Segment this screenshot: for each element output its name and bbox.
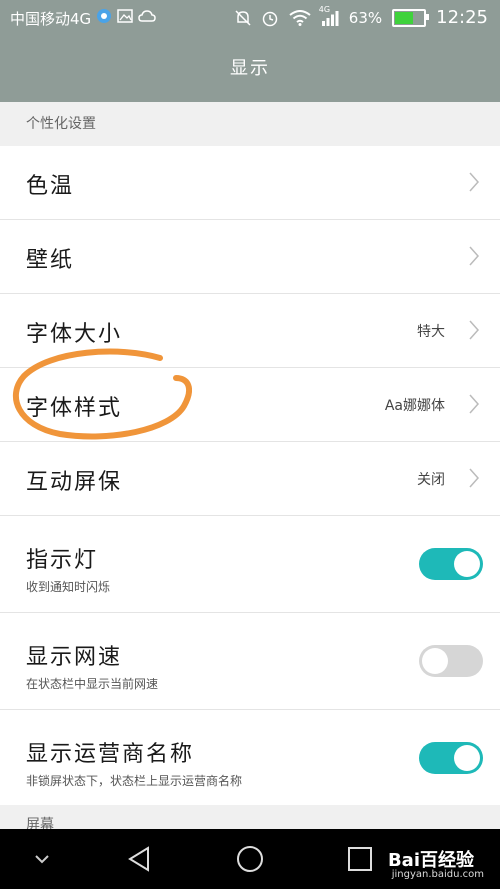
signal-icon: 4G (319, 5, 339, 26)
row-font-style[interactable]: 字体样式 Aa娜娜体 (0, 368, 500, 442)
chevron-right-icon (469, 468, 480, 488)
carrier-name-toggle[interactable] (419, 742, 483, 774)
toggle-knob (454, 745, 480, 771)
watermark-url: jingyan.baidu.com (391, 869, 484, 880)
wifi-icon (289, 9, 311, 26)
battery-icon (392, 8, 430, 27)
silent-icon (235, 9, 251, 27)
chevron-right-icon (469, 172, 480, 192)
row-label: 壁纸 (26, 248, 75, 273)
network-type-badge: 4G (318, 4, 331, 14)
back-icon[interactable] (124, 843, 156, 875)
indicator-light-toggle[interactable] (419, 548, 483, 580)
home-icon[interactable] (234, 843, 266, 875)
row-label: 字体样式 (26, 396, 123, 421)
alarm-icon (261, 9, 279, 27)
row-sublabel: 在状态栏中显示当前网速 (26, 677, 159, 691)
row-label: 互动屏保 (26, 470, 123, 495)
carrier-label: 中国移动4G (10, 10, 92, 28)
row-wallpaper[interactable]: 壁纸 (0, 220, 500, 294)
chevron-right-icon (469, 246, 480, 266)
row-color-temperature[interactable]: 色温 (0, 146, 500, 220)
chevron-right-icon (469, 320, 480, 340)
row-value: 特大 (417, 324, 445, 340)
row-label: 指示灯 (26, 548, 99, 573)
status-right: 4G 63% 12:25 (235, 5, 488, 28)
row-label: 显示运营商名称 (26, 742, 195, 767)
image-icon (116, 8, 133, 24)
settings-list: 色温 壁纸 字体大小 特大 字体样式 Aa娜娜体 互动屏保 关闭 指示灯 收到通… (0, 146, 500, 807)
row-indicator-light[interactable]: 指示灯 收到通知时闪烁 (0, 516, 500, 613)
row-carrier-name[interactable]: 显示运营商名称 非锁屏状态下，状态栏上显示运营商名称 (0, 710, 500, 807)
row-label: 字体大小 (26, 322, 123, 347)
toggle-knob (454, 551, 480, 577)
row-network-speed[interactable]: 显示网速 在状态栏中显示当前网速 (0, 613, 500, 710)
row-value: Aa娜娜体 (384, 398, 445, 414)
row-sublabel: 非锁屏状态下，状态栏上显示运营商名称 (26, 774, 243, 788)
clock: 12:25 (436, 7, 488, 28)
row-label: 显示网速 (26, 645, 123, 670)
row-sublabel: 收到通知时闪烁 (26, 580, 111, 594)
row-value: 关闭 (417, 472, 445, 488)
network-speed-toggle[interactable] (419, 645, 483, 677)
chevron-down-icon[interactable] (26, 843, 58, 875)
section-header-personalization: 个性化设置 (0, 102, 500, 146)
status-bar: 中国移动4G 4G 63% 12:25 (0, 0, 500, 36)
status-left: 中国移动4G (10, 8, 156, 29)
battery-fill (395, 11, 413, 24)
page-title: 显示 (0, 36, 500, 102)
weather-icon (137, 8, 156, 24)
recents-icon[interactable] (344, 843, 376, 875)
navigation-bar: Bai百经验 jingyan.baidu.com (0, 829, 500, 889)
row-interactive-screensaver[interactable]: 互动屏保 关闭 (0, 442, 500, 516)
battery-percent: 63% (348, 8, 383, 27)
toggle-knob (422, 648, 448, 674)
bubble-icon (96, 8, 112, 24)
row-font-size[interactable]: 字体大小 特大 (0, 294, 500, 368)
chevron-right-icon (469, 394, 480, 414)
row-label: 色温 (26, 174, 75, 199)
